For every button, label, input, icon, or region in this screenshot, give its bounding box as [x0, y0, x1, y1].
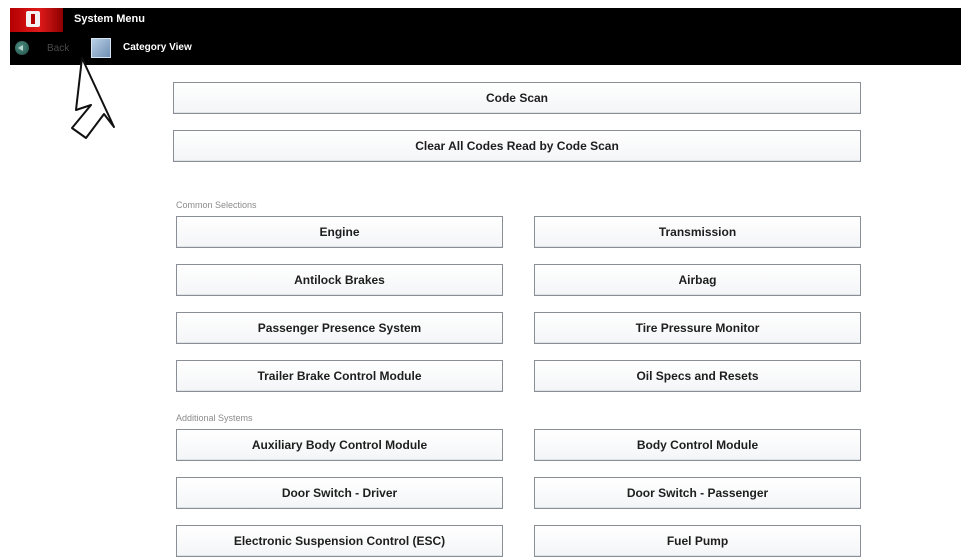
additional-systems-heading: Additional Systems: [176, 413, 253, 423]
code-scan-button[interactable]: Code Scan: [173, 82, 861, 114]
body-control-module-button[interactable]: Body Control Module: [534, 429, 861, 461]
engine-button[interactable]: Engine: [176, 216, 503, 248]
system-menu-title: System Menu: [74, 13, 145, 25]
title-bar: System Menu Back Category View: [10, 8, 961, 65]
passenger-presence-system-button[interactable]: Passenger Presence System: [176, 312, 503, 344]
clear-all-codes-button[interactable]: Clear All Codes Read by Code Scan: [173, 130, 861, 162]
antilock-brakes-button[interactable]: Antilock Brakes: [176, 264, 503, 296]
common-selections-heading: Common Selections: [176, 200, 257, 210]
fuel-pump-button[interactable]: Fuel Pump: [534, 525, 861, 557]
oil-specs-and-resets-button[interactable]: Oil Specs and Resets: [534, 360, 861, 392]
door-switch-driver-button[interactable]: Door Switch - Driver: [176, 477, 503, 509]
tire-pressure-monitor-button[interactable]: Tire Pressure Monitor: [534, 312, 861, 344]
electronic-suspension-control-button[interactable]: Electronic Suspension Control (ESC): [176, 525, 503, 557]
back-button[interactable]: Back: [15, 39, 69, 57]
category-view-icon[interactable]: [91, 38, 111, 58]
trailer-brake-control-module-button[interactable]: Trailer Brake Control Module: [176, 360, 503, 392]
category-view-button[interactable]: Category View: [123, 42, 192, 53]
pointer-arrow-icon: [71, 57, 115, 139]
door-switch-passenger-button[interactable]: Door Switch - Passenger: [534, 477, 861, 509]
back-label: Back: [47, 42, 70, 54]
transmission-button[interactable]: Transmission: [534, 216, 861, 248]
back-arrow-icon: [15, 41, 29, 55]
auxiliary-body-control-module-button[interactable]: Auxiliary Body Control Module: [176, 429, 503, 461]
app-logo: [10, 8, 63, 32]
airbag-button[interactable]: Airbag: [534, 264, 861, 296]
